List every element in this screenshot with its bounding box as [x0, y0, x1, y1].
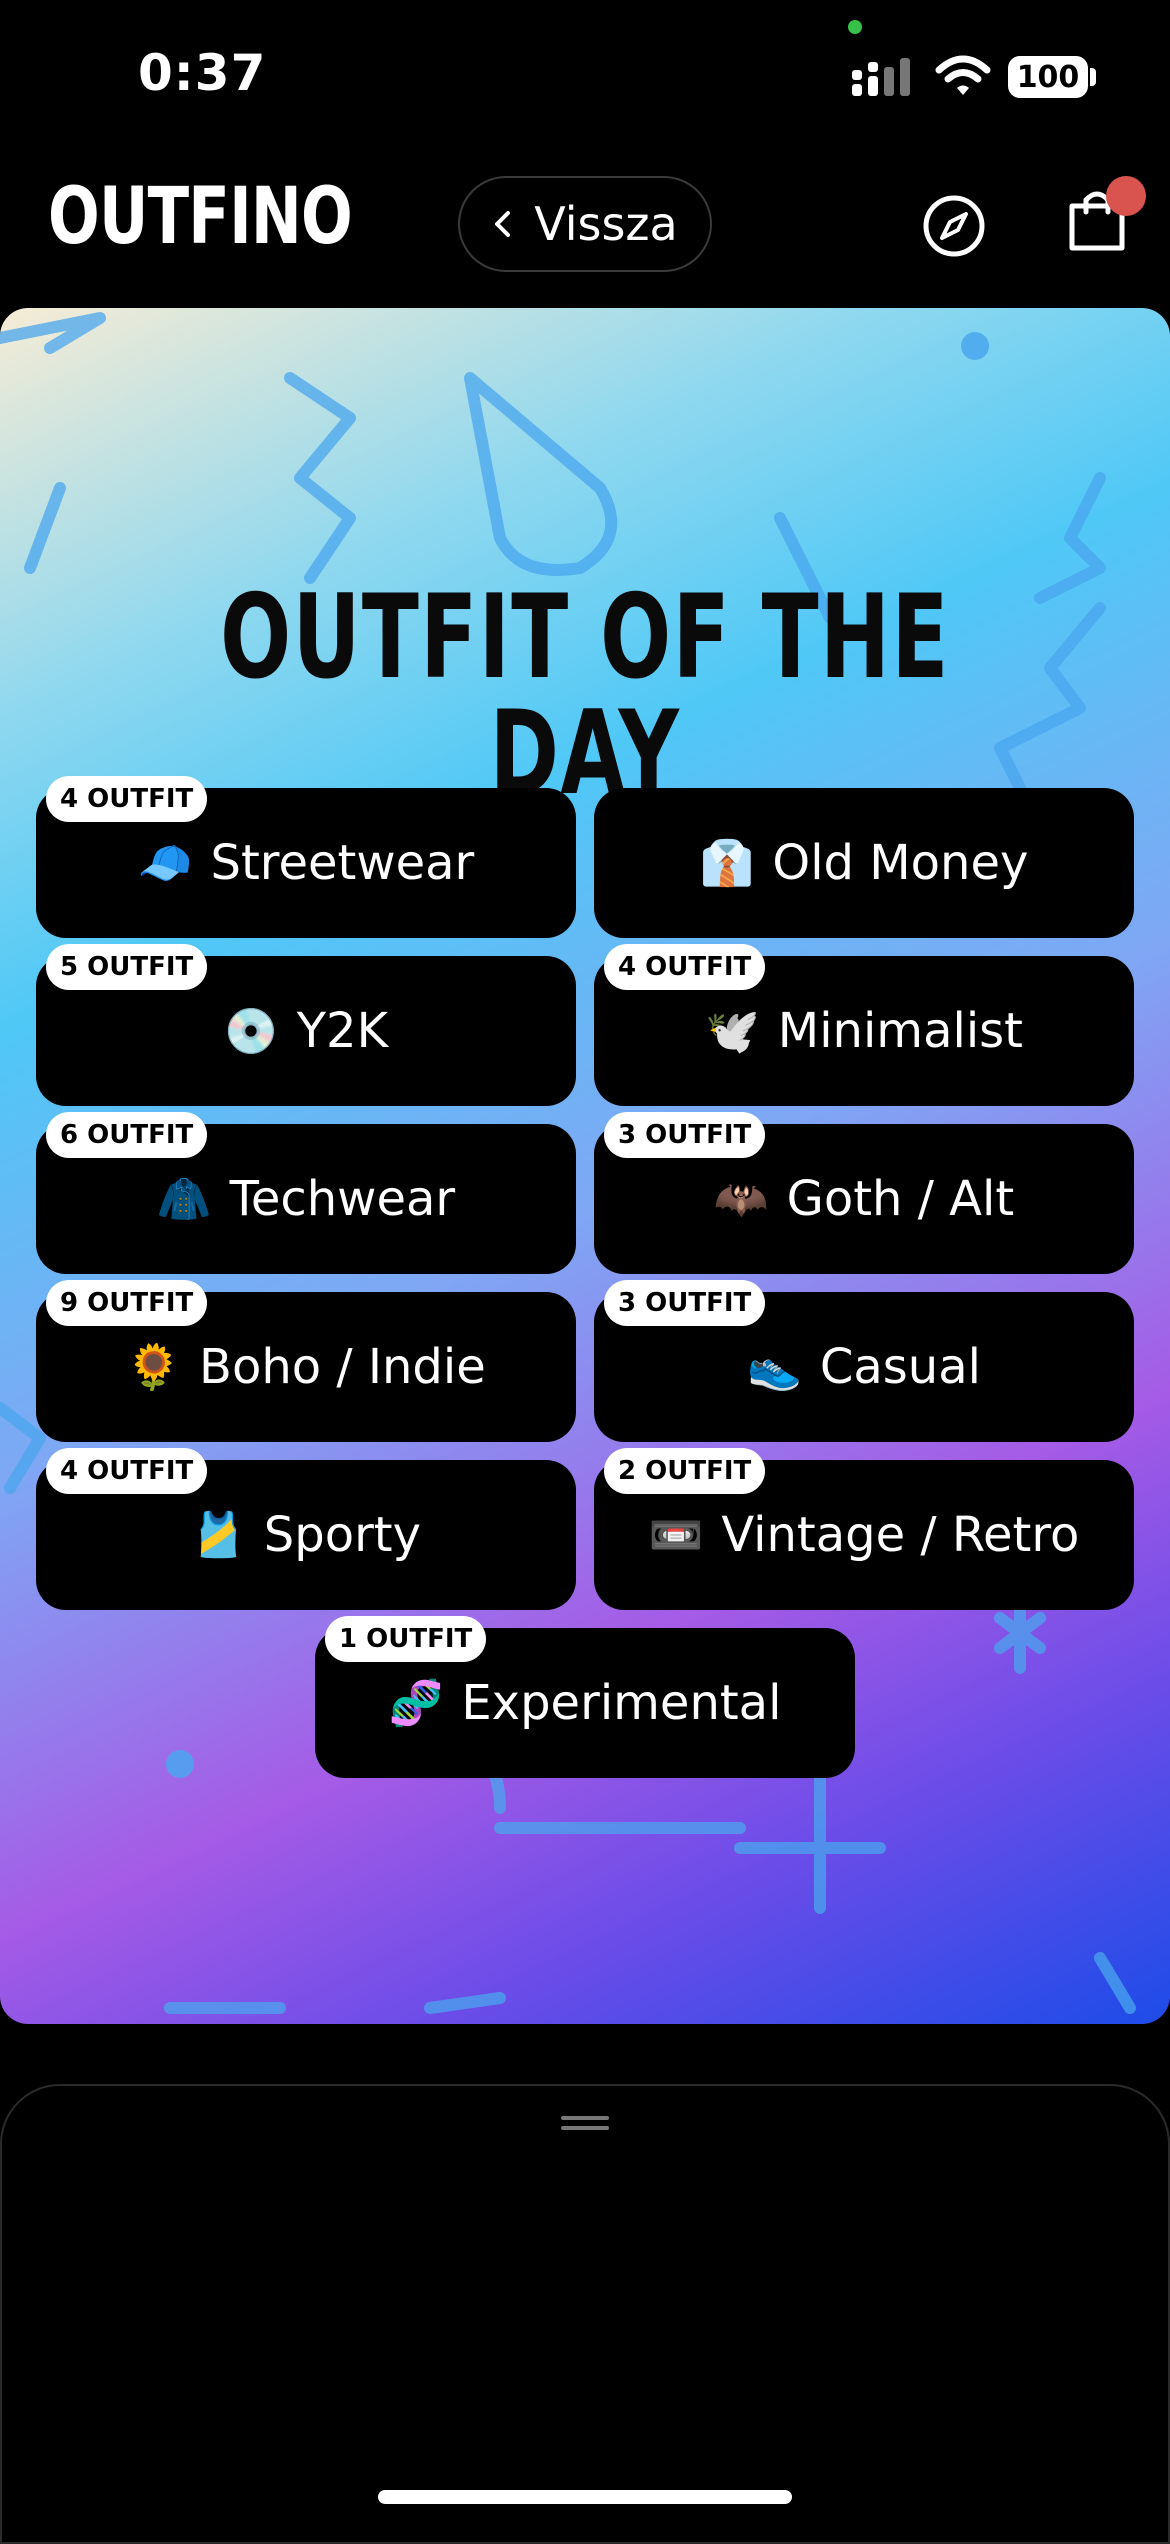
necktie-icon: 👔 [699, 838, 755, 889]
category-y2k[interactable]: 5 OUTFIT 💿 Y2K [36, 944, 576, 1106]
category-goth-alt[interactable]: 3 OUTFIT 🦇 Goth / Alt [594, 1112, 1134, 1274]
back-button[interactable]: Vissza [458, 176, 712, 272]
category-label: Vintage / Retro [721, 1507, 1080, 1563]
category-label: Goth / Alt [786, 1171, 1015, 1227]
cellular-signal-icon [852, 58, 910, 96]
battery-level: 100 [1016, 59, 1080, 95]
outfit-count-badge: 9 OUTFIT [46, 1280, 208, 1326]
category-label: Techwear [229, 1171, 456, 1227]
bottom-sheet[interactable] [0, 2084, 1170, 2544]
dna-icon: 🧬 [388, 1678, 444, 1729]
category-label: Sporty [263, 1507, 422, 1563]
outfit-count-badge: 3 OUTFIT [604, 1280, 766, 1326]
sunflower-icon: 🌻 [126, 1342, 182, 1393]
outfit-count-badge: 2 OUTFIT [604, 1448, 766, 1494]
tank-top-icon: 🎽 [190, 1510, 246, 1561]
category-techwear[interactable]: 6 OUTFIT 🧥 Techwear [36, 1112, 576, 1274]
category-sporty[interactable]: 4 OUTFIT 🎽 Sporty [36, 1448, 576, 1610]
category-label: Minimalist [777, 1003, 1023, 1059]
coat-icon: 🧥 [156, 1174, 212, 1225]
bat-icon: 🦇 [713, 1174, 769, 1225]
category-boho-indie[interactable]: 9 OUTFIT 🌻 Boho / Indie [36, 1280, 576, 1442]
category-label: Streetwear [210, 835, 475, 891]
outfit-count-badge: 1 OUTFIT [325, 1616, 487, 1662]
category-vintage-retro[interactable]: 2 OUTFIT 📼 Vintage / Retro [594, 1448, 1134, 1610]
outfit-count-badge: 3 OUTFIT [604, 1112, 766, 1158]
cart-notification-dot [1106, 176, 1146, 216]
category-label: Boho / Indie [199, 1339, 486, 1395]
cap-icon: 🧢 [137, 838, 193, 889]
status-bar: 0:37 100 [0, 0, 1170, 150]
chevron-left-icon [495, 211, 511, 237]
status-time: 0:37 [138, 44, 267, 102]
outfit-count-badge: 4 OUTFIT [46, 776, 208, 822]
category-label: Y2K [296, 1003, 389, 1059]
category-label: Casual [819, 1339, 981, 1395]
hero-title: OUTFIT OF THE DAY [220, 570, 950, 821]
back-button-label: Vissza [534, 197, 678, 251]
compass-icon[interactable] [922, 194, 986, 258]
category-label: Old Money [772, 835, 1029, 891]
dove-icon: 🕊️ [705, 1006, 760, 1057]
home-indicator[interactable] [378, 2490, 792, 2504]
category-old-money[interactable]: 👔 Old Money [594, 788, 1134, 938]
disc-icon: 💿 [223, 1006, 279, 1057]
battery-tip [1090, 68, 1096, 86]
videocassette-icon: 📼 [648, 1510, 704, 1561]
camera-indicator-dot [848, 20, 862, 34]
wifi-icon [935, 55, 991, 95]
battery-indicator: 100 [1008, 56, 1088, 98]
category-label: Experimental [461, 1675, 782, 1731]
sheet-drag-handle-icon[interactable] [561, 2116, 609, 2130]
category-minimalist[interactable]: 4 OUTFIT 🕊️ Minimalist [594, 944, 1134, 1106]
category-experimental[interactable]: 1 OUTFIT 🧬 Experimental [315, 1616, 855, 1778]
outfit-count-badge: 4 OUTFIT [46, 1448, 208, 1494]
category-streetwear[interactable]: 4 OUTFIT 🧢 Streetwear [36, 776, 576, 938]
outfit-count-badge: 4 OUTFIT [604, 944, 766, 990]
outfit-count-badge: 6 OUTFIT [46, 1112, 208, 1158]
sneaker-icon: 👟 [747, 1342, 802, 1393]
app-logo[interactable]: OUTFINO [48, 178, 353, 256]
outfit-count-badge: 5 OUTFIT [46, 944, 208, 990]
category-casual[interactable]: 3 OUTFIT 👟 Casual [594, 1280, 1134, 1442]
